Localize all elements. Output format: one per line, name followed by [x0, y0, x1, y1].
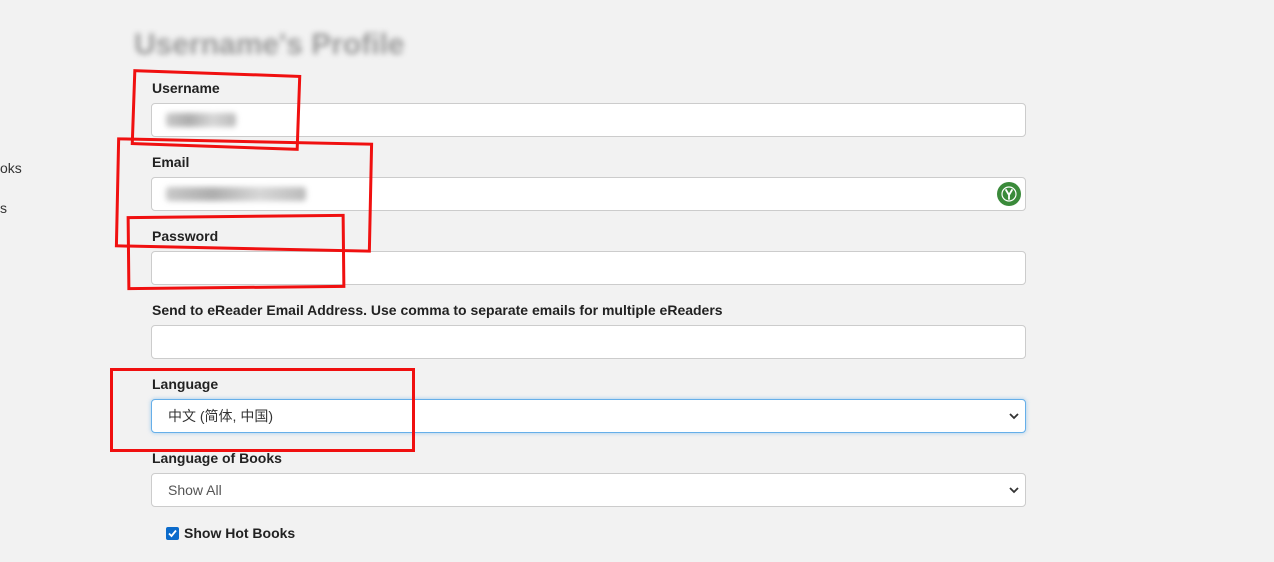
email-input[interactable]: [151, 177, 1026, 211]
password-label: Password: [152, 228, 219, 244]
ereader-email-input[interactable]: [151, 325, 1026, 359]
show-hot-books-row[interactable]: Show Hot Books: [166, 525, 295, 541]
chevron-down-icon: [1007, 483, 1021, 497]
show-hot-books-checkbox[interactable]: [166, 526, 179, 540]
email-label: Email: [152, 154, 190, 170]
sidebar-item-label: oks: [0, 160, 22, 176]
password-manager-icon[interactable]: [997, 182, 1021, 206]
ereader-email-label: Send to eReader Email Address. Use comma…: [152, 302, 723, 318]
password-input[interactable]: [151, 251, 1026, 285]
book-language-selected-value: Show All: [168, 482, 222, 498]
sidebar-item-label: s: [0, 200, 7, 216]
chevron-down-icon: [1007, 409, 1021, 423]
sidebar-item-books[interactable]: oks: [0, 160, 22, 176]
username-label: Username: [152, 80, 220, 96]
username-value-redacted: [166, 113, 236, 127]
page-title: Username's Profile: [134, 28, 405, 61]
email-value-redacted: [166, 187, 306, 201]
language-selected-value: 中文 (简体, 中国): [168, 408, 273, 424]
language-select[interactable]: 中文 (简体, 中国): [151, 399, 1026, 433]
username-input[interactable]: [151, 103, 1026, 137]
book-language-select[interactable]: Show All: [151, 473, 1026, 507]
language-label: Language: [152, 376, 219, 392]
checkmark-icon: [168, 529, 177, 537]
book-language-label: Language of Books: [152, 450, 282, 466]
show-hot-books-label: Show Hot Books: [184, 525, 296, 541]
sidebar-item-other[interactable]: s: [0, 200, 7, 216]
